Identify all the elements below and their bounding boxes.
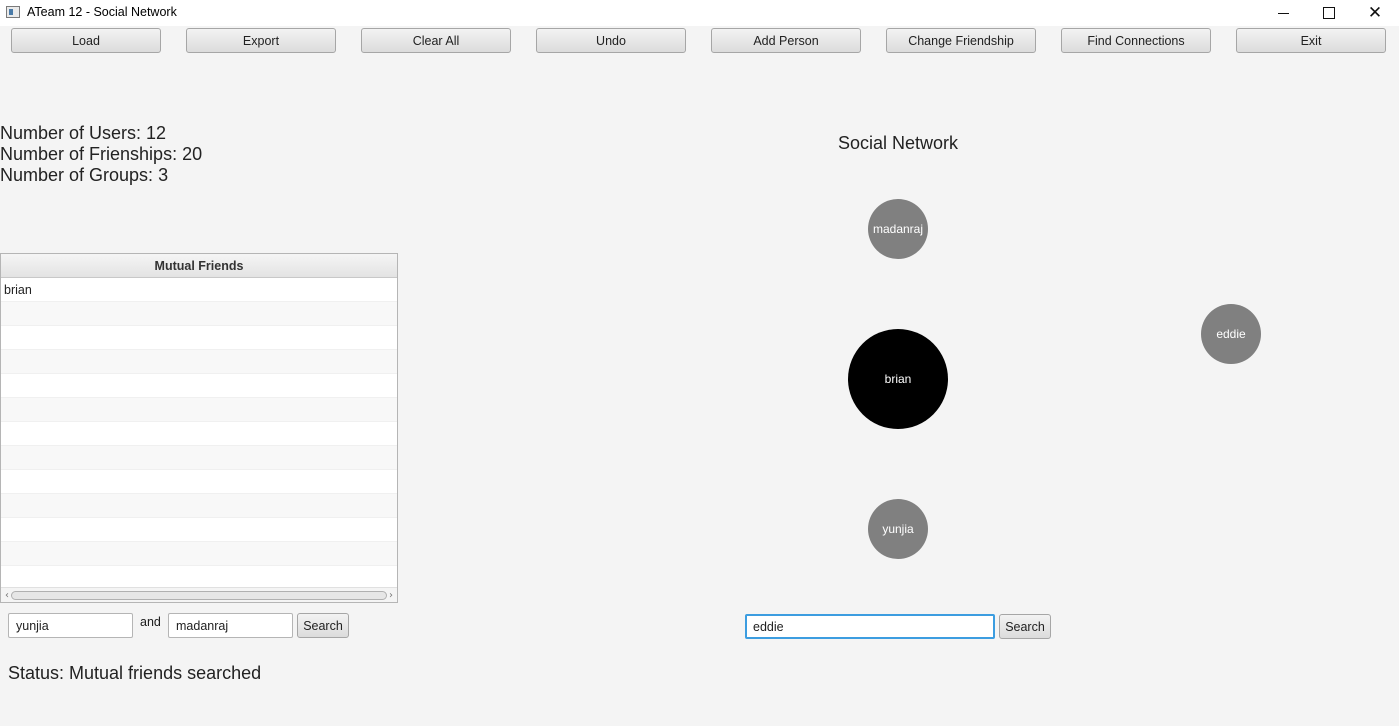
- table-row[interactable]: [1, 398, 397, 422]
- scroll-right-icon[interactable]: ›: [385, 588, 397, 602]
- friendships-count: Number of Frienships: 20: [0, 144, 203, 164]
- user-search-button[interactable]: Search: [999, 614, 1051, 639]
- mutual-friends-header: Mutual Friends: [1, 254, 397, 278]
- first-user-input[interactable]: [8, 613, 133, 638]
- node-yunjia[interactable]: yunjia: [868, 499, 928, 559]
- table-row[interactable]: [1, 446, 397, 470]
- maximize-icon: [1323, 7, 1335, 19]
- minimize-icon: [1277, 12, 1289, 14]
- close-icon: ✕: [1367, 2, 1383, 23]
- close-button[interactable]: ✕: [1352, 0, 1398, 26]
- users-count: Number of Users: 12: [0, 123, 167, 143]
- table-row[interactable]: [1, 518, 397, 542]
- table-row[interactable]: [1, 470, 397, 494]
- status-text: Status: Mutual friends searched: [8, 663, 262, 683]
- title-bar: ATeam 12 - Social Network ✕: [0, 0, 1399, 26]
- user-search-input[interactable]: [745, 614, 995, 639]
- table-row[interactable]: [1, 422, 397, 446]
- table-row[interactable]: [1, 494, 397, 518]
- add-person-button[interactable]: Add Person: [711, 28, 861, 53]
- node-brian-center[interactable]: brian: [848, 329, 948, 429]
- export-button[interactable]: Export: [186, 28, 336, 53]
- mutual-friends-table[interactable]: Mutual Friends brian ‹ ›: [0, 253, 398, 603]
- change-friendship-button[interactable]: Change Friendship: [886, 28, 1036, 53]
- table-row[interactable]: [1, 374, 397, 398]
- undo-button[interactable]: Undo: [536, 28, 686, 53]
- table-row[interactable]: brian: [1, 278, 397, 302]
- horizontal-scrollbar[interactable]: ‹ ›: [1, 587, 397, 602]
- maximize-button[interactable]: [1306, 0, 1352, 26]
- second-user-input[interactable]: [168, 613, 293, 638]
- node-madanraj[interactable]: madanraj: [868, 199, 928, 259]
- window-title: ATeam 12 - Social Network: [27, 5, 177, 19]
- and-label: and: [140, 615, 161, 629]
- load-button[interactable]: Load: [11, 28, 161, 53]
- find-connections-button[interactable]: Find Connections: [1061, 28, 1211, 53]
- app-icon: [6, 6, 20, 18]
- table-row[interactable]: [1, 542, 397, 566]
- groups-count: Number of Groups: 3: [0, 165, 169, 185]
- table-row[interactable]: [1, 326, 397, 350]
- exit-button[interactable]: Exit: [1236, 28, 1386, 53]
- clear-all-button[interactable]: Clear All: [361, 28, 511, 53]
- table-row[interactable]: [1, 302, 397, 326]
- scrollbar-thumb[interactable]: [11, 591, 387, 600]
- graph-title: Social Network: [837, 133, 959, 153]
- table-row[interactable]: [1, 350, 397, 374]
- mutual-search-button[interactable]: Search: [297, 613, 349, 638]
- minimize-button[interactable]: [1260, 0, 1306, 26]
- node-eddie[interactable]: eddie: [1201, 304, 1261, 364]
